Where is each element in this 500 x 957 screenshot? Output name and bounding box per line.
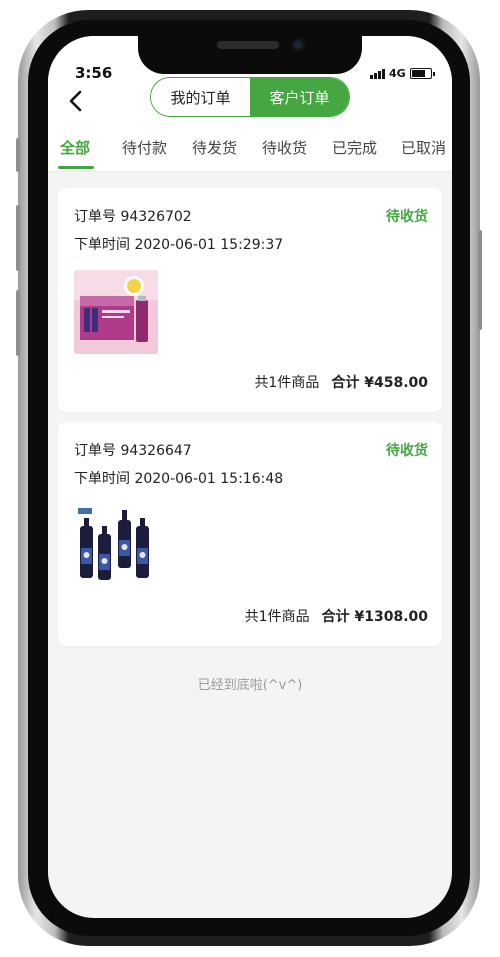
active-tab-indicator: [58, 166, 94, 169]
side-button: [478, 230, 482, 330]
order-status: 待收货: [386, 209, 428, 225]
side-button: [16, 205, 20, 271]
tab-pending-shipment[interactable]: 待发货: [192, 137, 237, 158]
item-count: 共1件商品: [254, 375, 320, 391]
order-total: 合计 ¥458.00: [331, 375, 428, 391]
product-box-image[interactable]: [74, 270, 158, 354]
order-time: 下单时间 2020-06-01 15:29:37: [74, 237, 284, 253]
status-indicators: 4G: [370, 67, 435, 80]
order-summary: 共1件商品 合计 ¥458.00: [254, 372, 428, 392]
tab-cancelled[interactable]: 已取消: [401, 137, 446, 158]
notch: [138, 26, 362, 74]
screen: 3:56 4G 我的订单 客户订单 全部 待付款 待发货 待收货 已完成 已取消…: [48, 36, 452, 918]
side-button: [16, 290, 20, 356]
order-number: 订单号 94326647: [74, 443, 192, 459]
product-bottles-image[interactable]: [74, 504, 158, 588]
order-number: 订单号 94326702: [74, 209, 192, 225]
tab-completed[interactable]: 已完成: [332, 137, 377, 158]
customer-orders-tab[interactable]: 客户订单: [250, 78, 349, 116]
order-status: 待收货: [386, 443, 428, 459]
tab-all[interactable]: 全部: [60, 137, 90, 158]
signal-bars-icon: [370, 68, 385, 79]
status-time: 3:56: [75, 64, 113, 82]
order-card[interactable]: 订单号 94326702 下单时间 2020-06-01 15:29:37 待收…: [58, 188, 442, 412]
my-orders-tab[interactable]: 我的订单: [151, 78, 250, 116]
network-label: 4G: [389, 67, 406, 80]
tab-pending-payment[interactable]: 待付款: [122, 137, 167, 158]
item-count: 共1件商品: [244, 609, 310, 625]
order-card[interactable]: 订单号 94326647 下单时间 2020-06-01 15:16:48 待收…: [58, 422, 442, 646]
order-total: 合计 ¥1308.00: [321, 609, 428, 625]
order-summary: 共1件商品 合计 ¥1308.00: [245, 606, 428, 626]
tab-pending-receipt[interactable]: 待收货: [262, 137, 307, 158]
order-time: 下单时间 2020-06-01 15:16:48: [74, 471, 284, 487]
order-type-switch: 我的订单 客户订单: [150, 77, 350, 117]
speaker: [217, 41, 279, 49]
battery-icon: [409, 68, 435, 79]
end-of-list-note: 已经到底啦(^v^): [197, 678, 303, 693]
status-tabs: 全部 待付款 待发货 待收货 已完成 已取消: [48, 125, 452, 172]
camera: [291, 38, 305, 52]
chevron-left-icon[interactable]: [64, 88, 90, 114]
side-button: [16, 138, 20, 172]
